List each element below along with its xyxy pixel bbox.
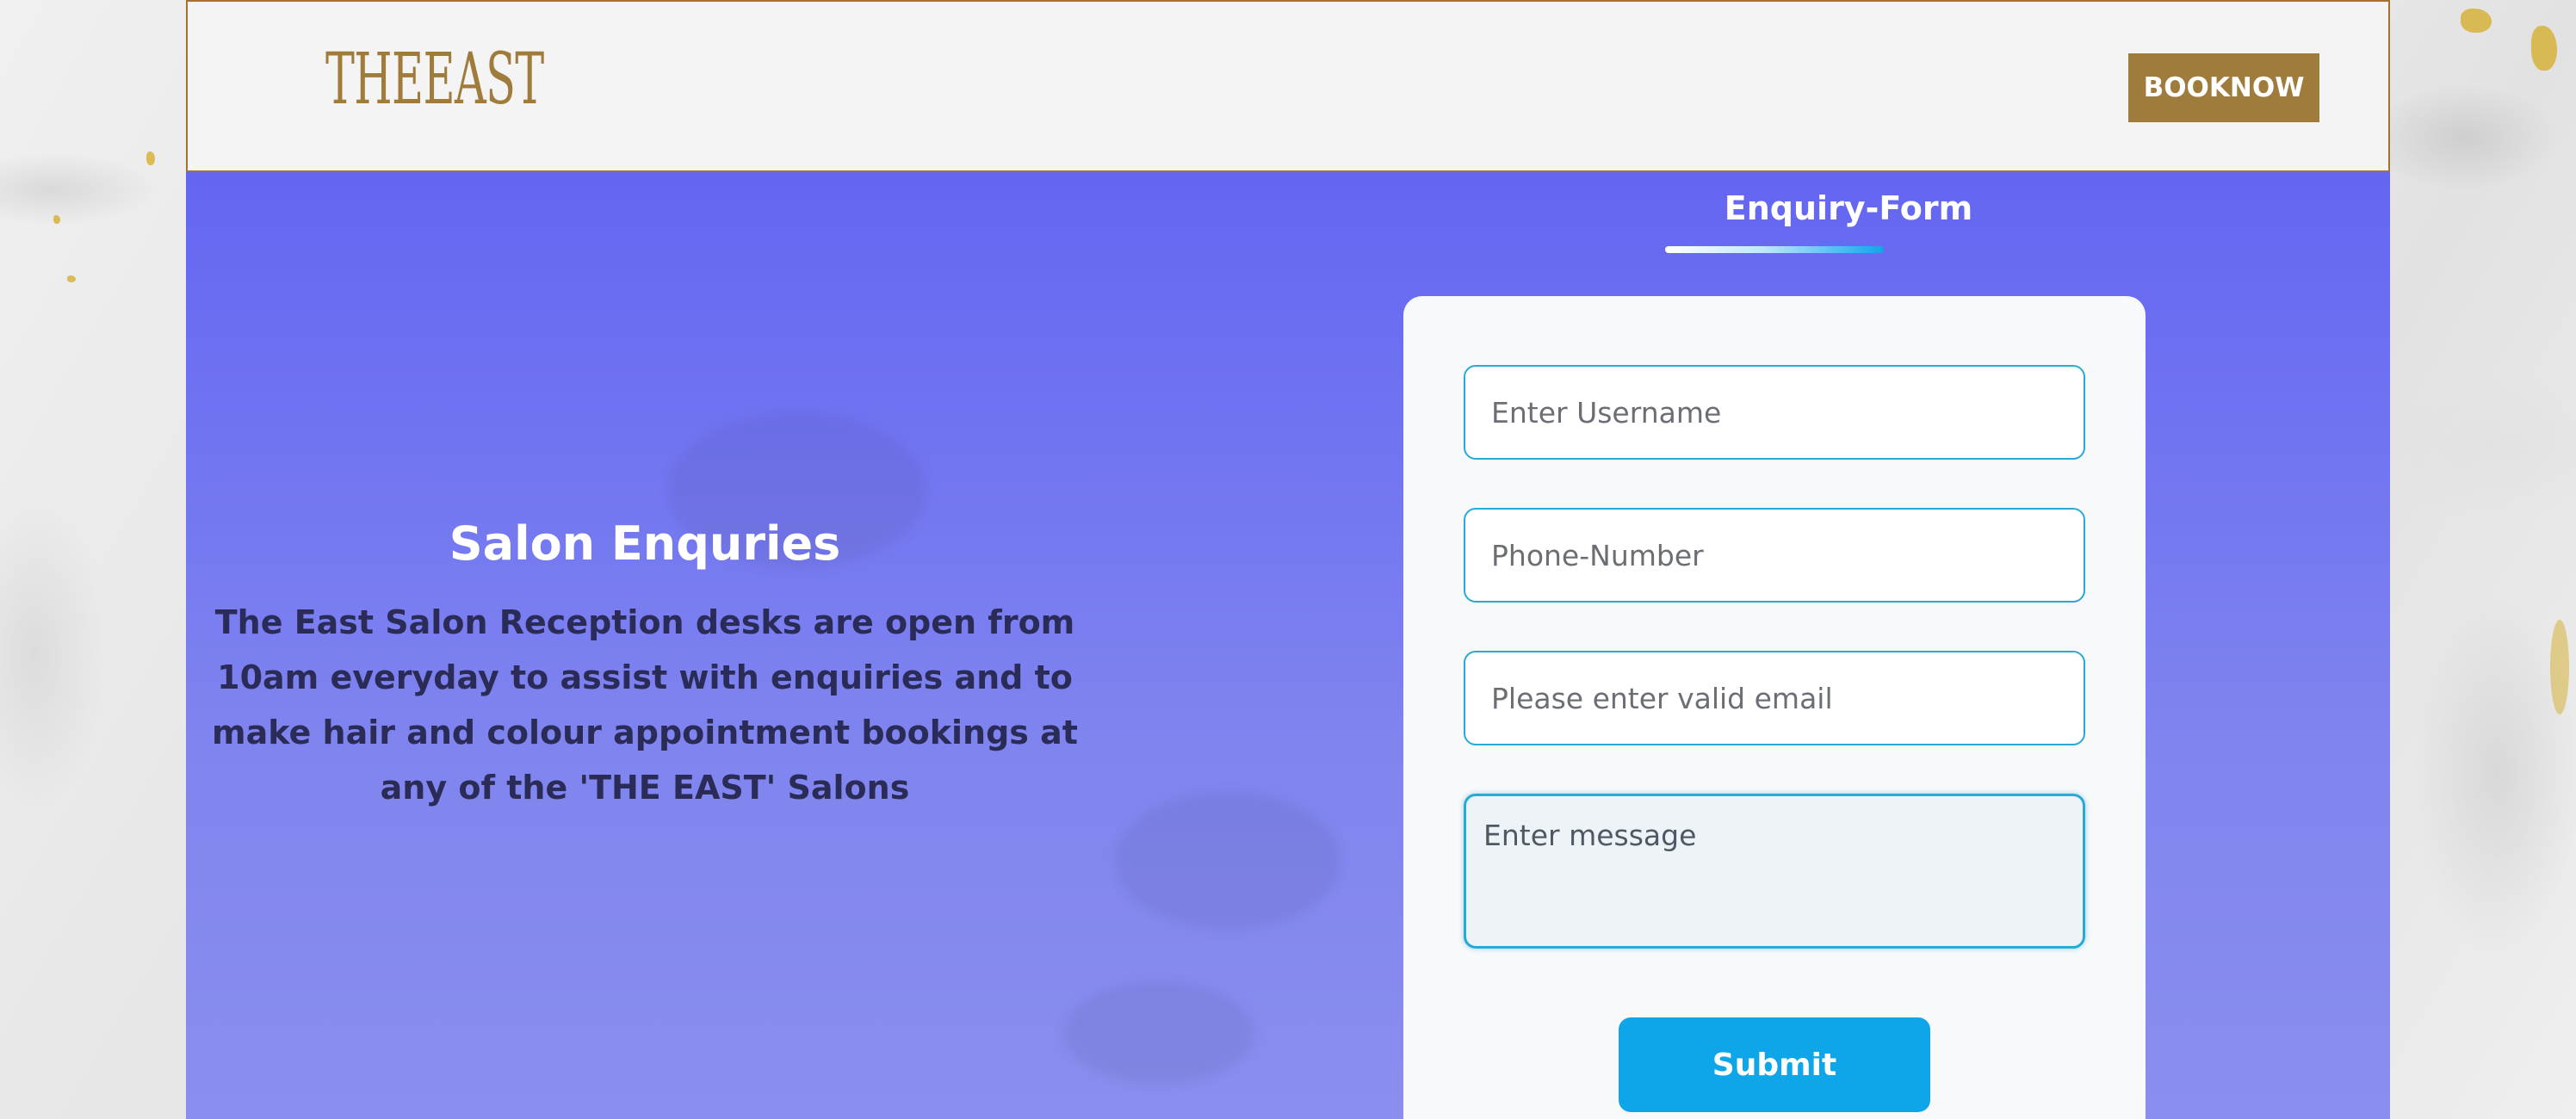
username-input[interactable] [1464,365,2085,460]
gold-fleck-decoration [53,215,60,224]
gold-fleck-decoration [2461,9,2492,33]
phone-input[interactable] [1464,508,2085,603]
book-now-button[interactable]: BOOKNOW [2128,53,2319,122]
gold-fleck-decoration [146,151,155,165]
enquiry-section: Salon Enquries The East Salon Reception … [186,172,2390,1119]
brand-logo[interactable]: THEEAST [325,45,544,115]
submit-button[interactable]: Submit [1619,1017,1930,1112]
email-input[interactable] [1464,651,2085,745]
smoke-decoration [1116,792,1340,930]
gold-fleck-decoration [2550,620,2569,714]
smoke-decoration [1064,981,1254,1085]
gold-fleck-decoration [67,275,76,282]
intro-description: The East Salon Reception desks are open … [212,603,1078,807]
intro-title: Salon Enquries [449,516,841,571]
site-header: THEEAST BOOKNOW [186,0,2390,174]
message-textarea[interactable] [1464,794,2085,949]
form-title-underline [1665,246,1884,253]
intro-block: Salon Enquries The East Salon Reception … [186,516,1104,815]
page-container: THEEAST BOOKNOW Salon Enquries The East … [186,0,2390,1119]
form-title: Enquiry-Form [1724,189,1973,227]
enquiry-form: Submit [1403,296,2146,1119]
